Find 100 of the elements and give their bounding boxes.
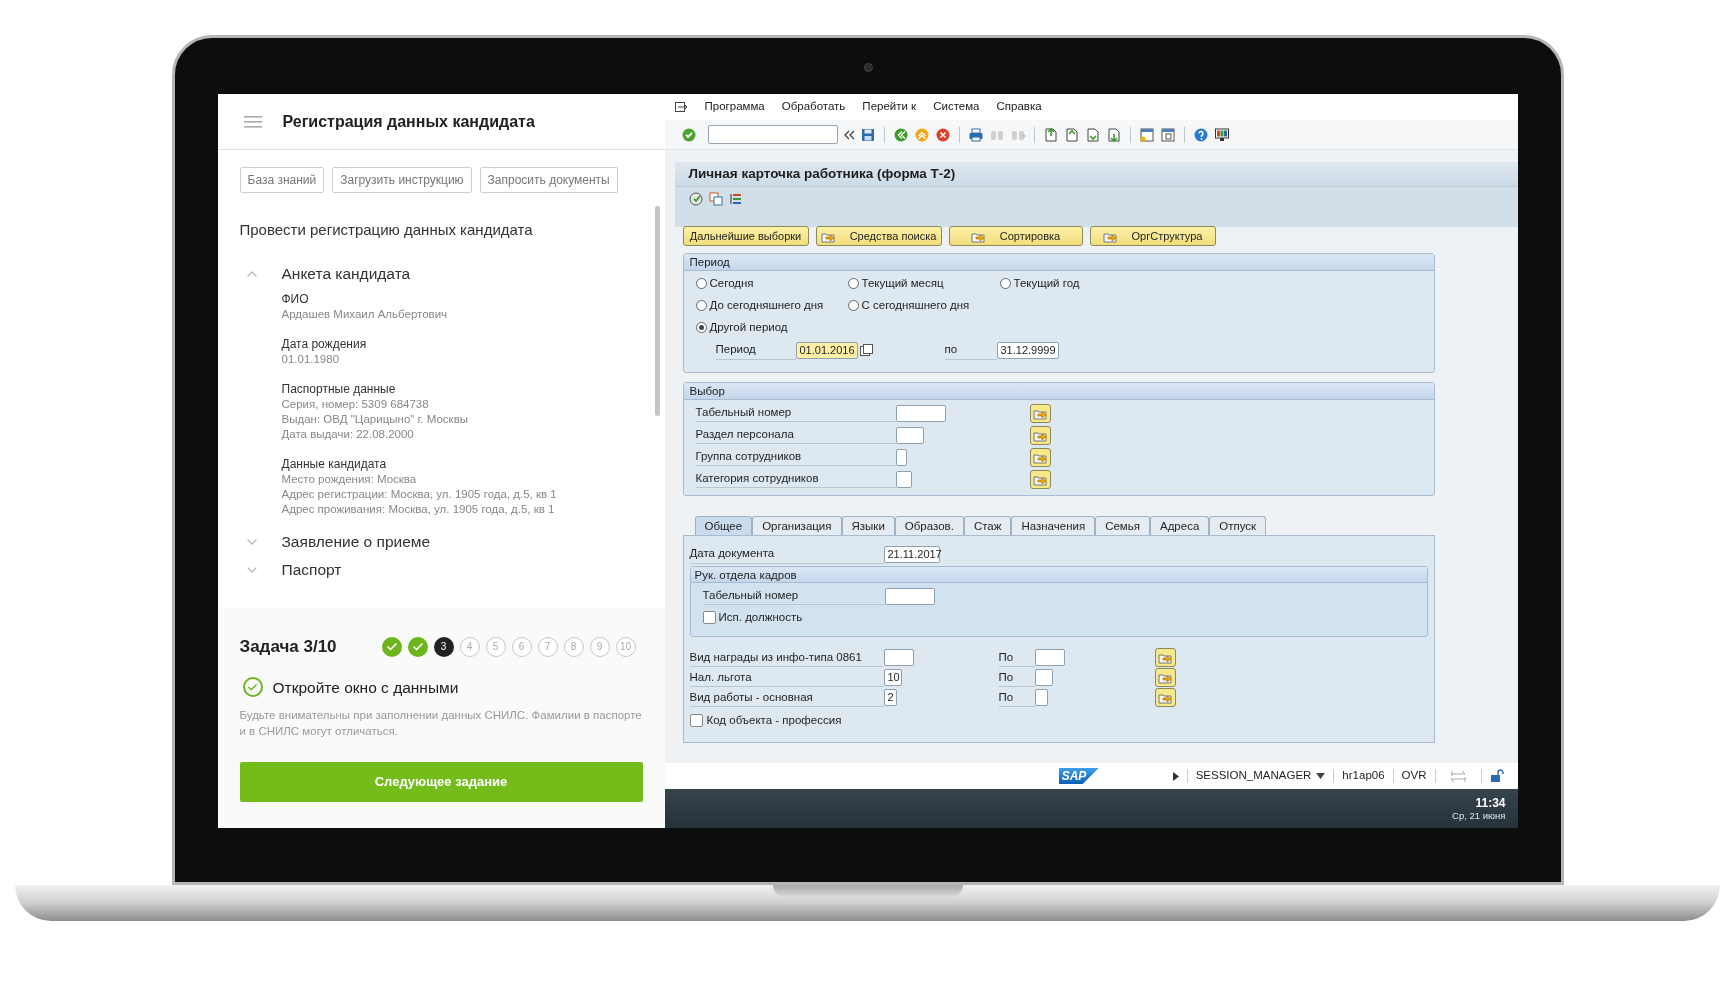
selection-button[interactable]: Сортировка <box>948 226 1083 246</box>
checkbox[interactable] <box>702 611 716 625</box>
multiple-selection-button[interactable] <box>1029 425 1051 445</box>
help-icon[interactable] <box>1192 126 1209 143</box>
menu-item[interactable]: Обработать <box>781 98 846 116</box>
tab[interactable]: Адреса <box>1150 516 1210 535</box>
radio-button[interactable] <box>999 278 1011 289</box>
section-title[interactable]: Паспорт <box>281 557 342 582</box>
menu-item[interactable]: Справка <box>996 98 1042 116</box>
section-title[interactable]: Заявление о приеме <box>281 529 431 554</box>
radio-label[interactable]: Сегодня <box>709 274 754 293</box>
previous-page-icon[interactable] <box>1063 126 1080 143</box>
caret-icon <box>1316 773 1326 779</box>
first-page-icon[interactable] <box>1042 126 1059 143</box>
unlocked-padlock-icon[interactable] <box>1489 769 1504 783</box>
action-button[interactable]: Запросить документы <box>479 167 618 193</box>
multiple-selection-button[interactable] <box>1154 668 1176 688</box>
tab[interactable]: Семья <box>1095 516 1150 535</box>
next-page-icon[interactable] <box>1084 126 1101 143</box>
field-label: Дата документа <box>689 545 884 564</box>
back-icon[interactable] <box>892 126 909 143</box>
confirm-icon[interactable] <box>680 126 697 143</box>
input-field[interactable] <box>1034 649 1065 667</box>
field-label: Табельный номер <box>702 586 885 606</box>
checkbox[interactable] <box>689 714 703 728</box>
radio-button[interactable] <box>847 278 859 289</box>
input-field[interactable] <box>895 448 907 466</box>
section-title[interactable]: Анкета кандидата <box>281 261 411 286</box>
menu-item[interactable]: Программа <box>704 98 765 116</box>
tab[interactable]: Организация <box>752 516 842 535</box>
last-page-icon[interactable] <box>1105 126 1122 143</box>
input-field[interactable] <box>895 426 924 444</box>
cancel-icon[interactable] <box>934 126 951 143</box>
step-number: 4 <box>459 636 480 657</box>
date-field[interactable]: 31.12.9999 <box>996 342 1059 359</box>
radio-button[interactable] <box>695 300 707 311</box>
command-field[interactable] <box>707 125 838 144</box>
multiple-selection-button[interactable] <box>1154 648 1176 668</box>
input-field[interactable] <box>1034 669 1053 687</box>
scrollbar[interactable] <box>654 206 660 416</box>
input-field[interactable] <box>895 470 912 488</box>
menu-item[interactable]: Система <box>933 98 980 116</box>
tab[interactable]: Образов. <box>894 516 964 535</box>
field-value: Адрес регистрации: Москва, ул. 1905 года, д.5, кв 1 <box>281 486 558 502</box>
radio-label[interactable]: Текущий месяц <box>861 274 944 293</box>
radio-label[interactable]: Текущий год <box>1013 274 1080 293</box>
input-field[interactable] <box>883 649 914 667</box>
radio-button[interactable] <box>695 322 707 333</box>
radio-label[interactable]: До сегодняшнего дня <box>709 296 824 315</box>
field-value: Дата выдачи: 22.08.2000 <box>281 426 415 442</box>
selection-button[interactable]: Дальнейшие выборки <box>682 226 809 246</box>
tab[interactable]: Отпуск <box>1209 516 1267 535</box>
expand-arrow-icon[interactable] <box>1172 771 1179 781</box>
field-label: Группа сотрудников <box>695 447 896 467</box>
transfer-icon[interactable] <box>1449 770 1467 782</box>
copy-icon[interactable] <box>707 191 724 207</box>
date-field[interactable]: 01.01.2016 <box>795 342 858 359</box>
date-field[interactable]: 21.11.2017 <box>883 546 940 563</box>
radio-label[interactable]: С сегодняшнего дня <box>861 296 970 315</box>
menu-item[interactable]: Перейти к <box>862 98 917 116</box>
list-icon[interactable] <box>727 191 744 207</box>
new-window-icon[interactable] <box>1138 126 1155 143</box>
window-icon[interactable] <box>1159 126 1176 143</box>
tab[interactable]: Назначения <box>1011 516 1096 535</box>
calendar-icon[interactable] <box>859 344 873 357</box>
input-field[interactable]: 2 <box>883 689 897 707</box>
input-field[interactable]: 10 <box>883 669 902 687</box>
multiple-selection-button[interactable] <box>1029 403 1051 423</box>
radio-label[interactable]: Другой период <box>709 318 788 337</box>
execute-icon[interactable] <box>687 191 704 207</box>
checkbox-label[interactable]: Код объекта - профессия <box>706 712 842 730</box>
selection-button[interactable]: ОргСтруктура <box>1089 226 1216 246</box>
step-number: 8 <box>563 636 584 657</box>
action-button[interactable]: База знаний <box>239 167 325 193</box>
menu-icon[interactable] <box>243 115 262 128</box>
multiple-selection-button[interactable] <box>1154 688 1176 708</box>
multiple-selection-button[interactable] <box>1029 447 1051 467</box>
monitor-icon[interactable] <box>1213 126 1230 143</box>
tab[interactable]: Языки <box>841 516 895 535</box>
multiple-selection-button[interactable] <box>1029 469 1051 489</box>
session-dropdown[interactable]: SESSION_MANAGER <box>1195 767 1326 785</box>
tab[interactable]: Общее <box>694 516 753 535</box>
folder-arrow-icon <box>1157 671 1173 685</box>
save-icon[interactable] <box>859 126 876 143</box>
menu-toggle-icon[interactable] <box>674 101 688 113</box>
input-mode: OVR <box>1401 768 1427 784</box>
field-label: Паспортные данные <box>281 380 397 397</box>
tab[interactable]: Стаж <box>963 516 1012 535</box>
input-field[interactable] <box>895 404 946 422</box>
checkbox-label[interactable]: Исп. должность <box>718 609 803 627</box>
print-icon[interactable] <box>967 126 984 143</box>
selection-button[interactable]: Средства поиска <box>815 226 942 246</box>
input-field[interactable] <box>884 587 935 605</box>
radio-button[interactable] <box>695 278 707 289</box>
radio-button[interactable] <box>847 300 859 311</box>
action-button[interactable]: Загрузить инструкцию <box>332 167 472 193</box>
clock-date: Ср, 21 июня <box>1452 809 1506 822</box>
field-value: 01.01.1980 <box>281 351 341 367</box>
exit-icon[interactable] <box>913 126 930 143</box>
input-field[interactable] <box>1034 689 1048 707</box>
